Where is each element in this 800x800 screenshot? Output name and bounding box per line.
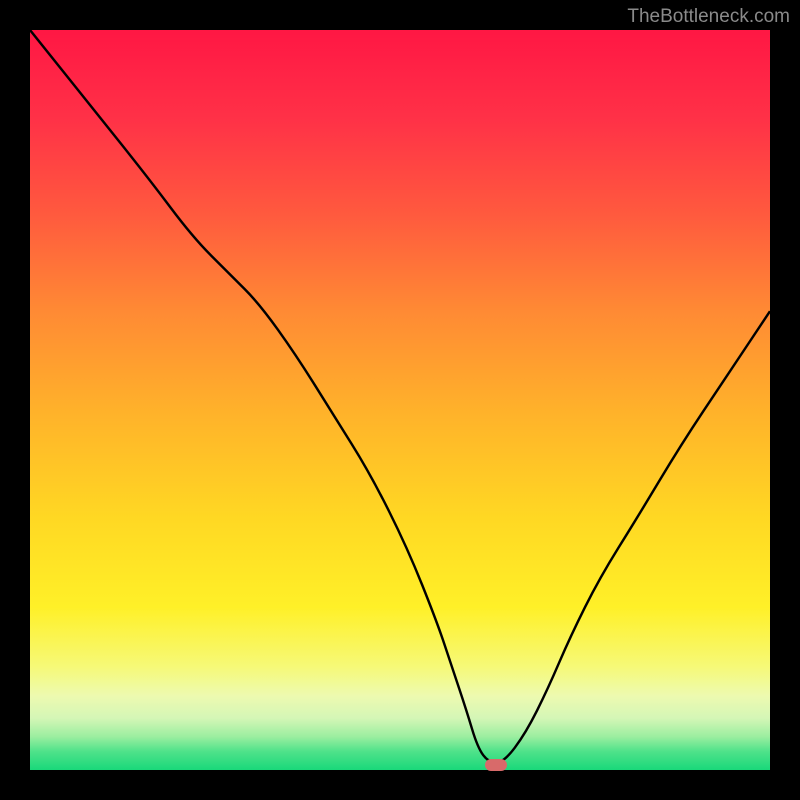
bottleneck-curve: [30, 30, 770, 770]
optimal-marker: [485, 759, 507, 771]
chart-plot-area: [30, 30, 770, 770]
attribution-text: TheBottleneck.com: [627, 6, 790, 28]
